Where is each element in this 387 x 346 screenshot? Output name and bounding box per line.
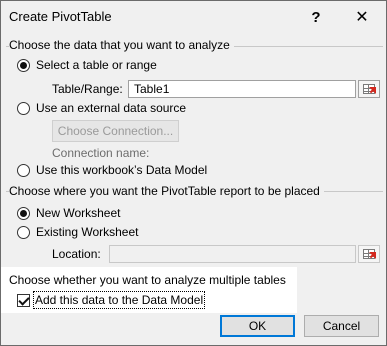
help-icon: ? <box>311 8 321 26</box>
external-data-source-label: Use an external data source <box>36 101 187 115</box>
existing-worksheet-label: Existing Worksheet <box>36 225 139 239</box>
workbook-data-model-option[interactable]: Use this workbook’s Data Model <box>17 163 207 177</box>
multiple-tables-section-label: Choose whether you want to analyze multi… <box>9 273 286 287</box>
cancel-button[interactable]: Cancel <box>304 315 379 337</box>
workbook-data-model-label: Use this workbook’s Data Model <box>36 163 208 177</box>
new-worksheet-label: New Worksheet <box>36 206 121 220</box>
location-label: Location: <box>52 247 101 261</box>
ok-button[interactable]: OK <box>220 315 295 337</box>
connection-name-label: Connection name: <box>52 146 150 160</box>
add-to-data-model-checkbox[interactable] <box>17 293 30 307</box>
new-worksheet-option[interactable]: New Worksheet <box>17 206 120 220</box>
existing-worksheet-radio[interactable] <box>17 225 30 239</box>
select-table-range-radio[interactable] <box>17 58 30 72</box>
existing-worksheet-option[interactable]: Existing Worksheet <box>17 225 139 239</box>
external-data-source-radio[interactable] <box>17 101 30 115</box>
table-range-selector-button[interactable] <box>358 80 380 98</box>
add-to-data-model-label: Add this data to the Data Model <box>32 291 206 309</box>
location-input[interactable] <box>109 245 356 263</box>
table-range-label: Table/Range: <box>52 82 123 96</box>
workbook-data-model-radio[interactable] <box>17 163 30 177</box>
location-selector-button[interactable] <box>358 245 380 263</box>
close-button[interactable]: ✕ <box>340 2 384 32</box>
add-to-data-model-option[interactable]: Add this data to the Data Model <box>17 291 206 309</box>
new-worksheet-radio[interactable] <box>17 206 30 220</box>
select-table-range-label: Select a table or range <box>36 58 157 72</box>
choose-connection-button[interactable]: Choose Connection... <box>52 120 179 142</box>
close-icon: ✕ <box>355 9 369 26</box>
dialog-title: Create PivotTable <box>9 9 112 24</box>
external-data-source-option[interactable]: Use an external data source <box>17 101 186 115</box>
create-pivottable-dialog: Create PivotTable ? ✕ Choose the data th… <box>0 0 387 346</box>
select-table-range-option[interactable]: Select a table or range <box>17 58 157 72</box>
table-range-input[interactable]: Table1 <box>128 80 356 98</box>
placement-section-label: Choose where you want the PivotTable rep… <box>9 184 324 198</box>
title-bar: Create PivotTable ? ✕ <box>1 1 386 33</box>
source-section-label: Choose the data that you want to analyze <box>9 38 234 52</box>
help-button[interactable]: ? <box>294 2 338 32</box>
